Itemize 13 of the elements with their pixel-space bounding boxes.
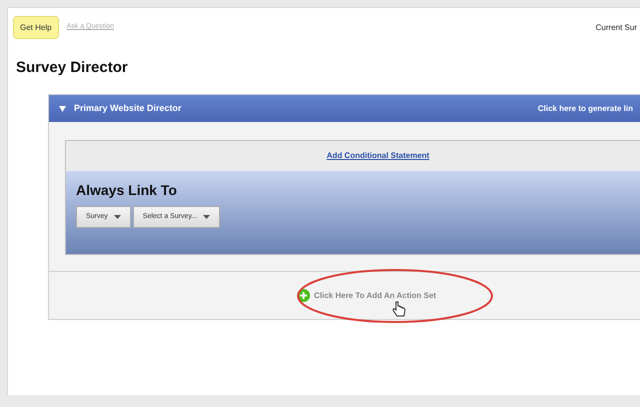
add-conditional-link[interactable]: Add Conditional Statement [326,150,430,162]
add-action-set-link[interactable]: Click Here To Add An Action Set [297,289,436,302]
director-name: Primary Website Director [74,102,182,115]
rule-heading: Always Link To [76,181,177,200]
current-survey-label: Current Sur [596,22,637,34]
caret-icon [114,215,121,219]
hand-cursor-icon [392,301,406,317]
generate-link[interactable]: Click here to generate lin [538,102,633,114]
get-help-button[interactable]: Get Help [13,16,59,39]
caret-icon [203,215,210,219]
page-title: Survey Director [16,58,128,78]
plus-icon [297,289,310,302]
triangle-icon[interactable] [59,106,66,112]
